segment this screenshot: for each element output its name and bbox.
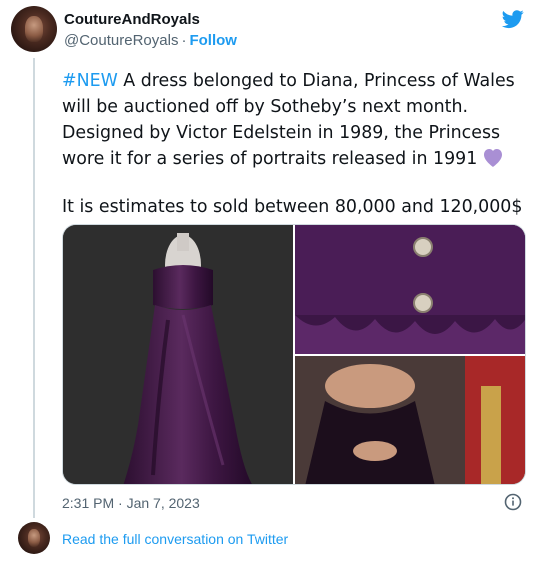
photo-princess-seated[interactable]	[295, 356, 525, 484]
author-handle-row: @CoutureRoyals · Follow	[64, 32, 237, 49]
info-icon[interactable]	[504, 493, 522, 511]
twitter-bird-icon[interactable]	[501, 8, 525, 30]
tweet-paragraph-1: #NEW A dress belonged to Diana, Princess…	[62, 68, 527, 172]
tweet-body: #NEW A dress belonged to Diana, Princess…	[62, 68, 527, 220]
author-handle[interactable]: @CoutureRoyals	[64, 32, 178, 49]
photo-dress-mannequin[interactable]	[63, 225, 293, 484]
thread-line	[33, 58, 35, 518]
hashtag-link[interactable]: #NEW	[62, 71, 118, 91]
seated-illustration	[295, 356, 525, 484]
author-avatar[interactable]	[11, 6, 57, 52]
bodice-illustration	[295, 225, 525, 354]
dress-illustration	[63, 225, 293, 484]
tweet-timestamp[interactable]: 2:31 PM · Jan 7, 2023	[62, 495, 200, 511]
tweet-card: CoutureAndRoyals @CoutureRoyals · Follow #…	[0, 0, 539, 562]
follow-button[interactable]: Follow	[189, 32, 237, 49]
media-grid	[62, 224, 526, 485]
photo-bodice-buttons[interactable]	[295, 225, 525, 354]
author-display-name[interactable]: CoutureAndRoyals	[64, 11, 200, 28]
separator-dot: ·	[181, 32, 187, 49]
tweet-paragraph-2: It is estimates to sold between 80,000 a…	[62, 197, 523, 217]
tweet-text-1: A dress belonged to Diana, Princess of W…	[62, 71, 515, 169]
purple-heart-icon	[484, 149, 503, 167]
footer-avatar[interactable]	[18, 522, 50, 554]
read-full-conversation-link[interactable]: Read the full conversation on Twitter	[62, 531, 288, 547]
